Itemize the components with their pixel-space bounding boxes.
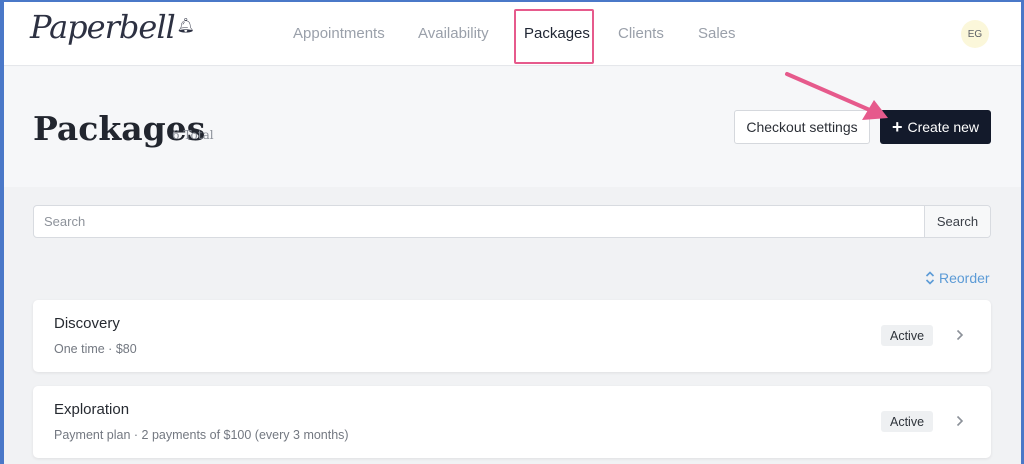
status-badge: Active	[881, 411, 934, 432]
user-avatar[interactable]: EG	[961, 20, 989, 48]
logo-text: Paperbell	[30, 8, 176, 46]
reorder-link[interactable]: Reorder	[925, 270, 990, 286]
paperbell-logo[interactable]: Paperbell 🔔︎	[30, 8, 195, 46]
search-bar: Search	[33, 205, 991, 238]
status-badge: Active	[881, 325, 934, 346]
nav-item-clients[interactable]: Clients	[618, 25, 664, 42]
chevron-right-icon	[956, 415, 964, 427]
search-button[interactable]: Search	[924, 206, 990, 237]
bell-icon: 🔔︎	[176, 18, 195, 34]
package-card-exploration[interactable]: Exploration Payment plan · 2 payments of…	[33, 386, 991, 458]
create-new-button[interactable]: + Create new	[880, 110, 991, 144]
package-name: Discovery	[54, 315, 120, 332]
search-input[interactable]	[34, 206, 924, 237]
nav-item-sales[interactable]: Sales	[698, 25, 736, 42]
package-name: Exploration	[54, 401, 130, 418]
nav-item-availability[interactable]: Availability	[418, 25, 489, 42]
package-detail: Payment plan · 2 payments of $100 (every…	[54, 428, 349, 442]
annotation-arrow-icon	[785, 72, 888, 120]
package-card-discovery[interactable]: Discovery One time · $80 Active	[33, 300, 991, 372]
create-new-label: Create new	[907, 119, 980, 135]
package-total-count: 6 Total	[172, 128, 214, 142]
nav-item-appointments[interactable]: Appointments	[293, 25, 385, 42]
nav-item-packages[interactable]: Packages	[524, 25, 590, 42]
app-window: Paperbell 🔔︎ Appointments Availability Pa…	[4, 2, 1021, 464]
sort-icon	[925, 271, 935, 285]
reorder-label: Reorder	[939, 270, 990, 286]
package-detail: One time · $80	[54, 342, 137, 356]
top-navigation: Paperbell 🔔︎ Appointments Availability Pa…	[4, 2, 1021, 66]
chevron-right-icon	[956, 329, 964, 341]
